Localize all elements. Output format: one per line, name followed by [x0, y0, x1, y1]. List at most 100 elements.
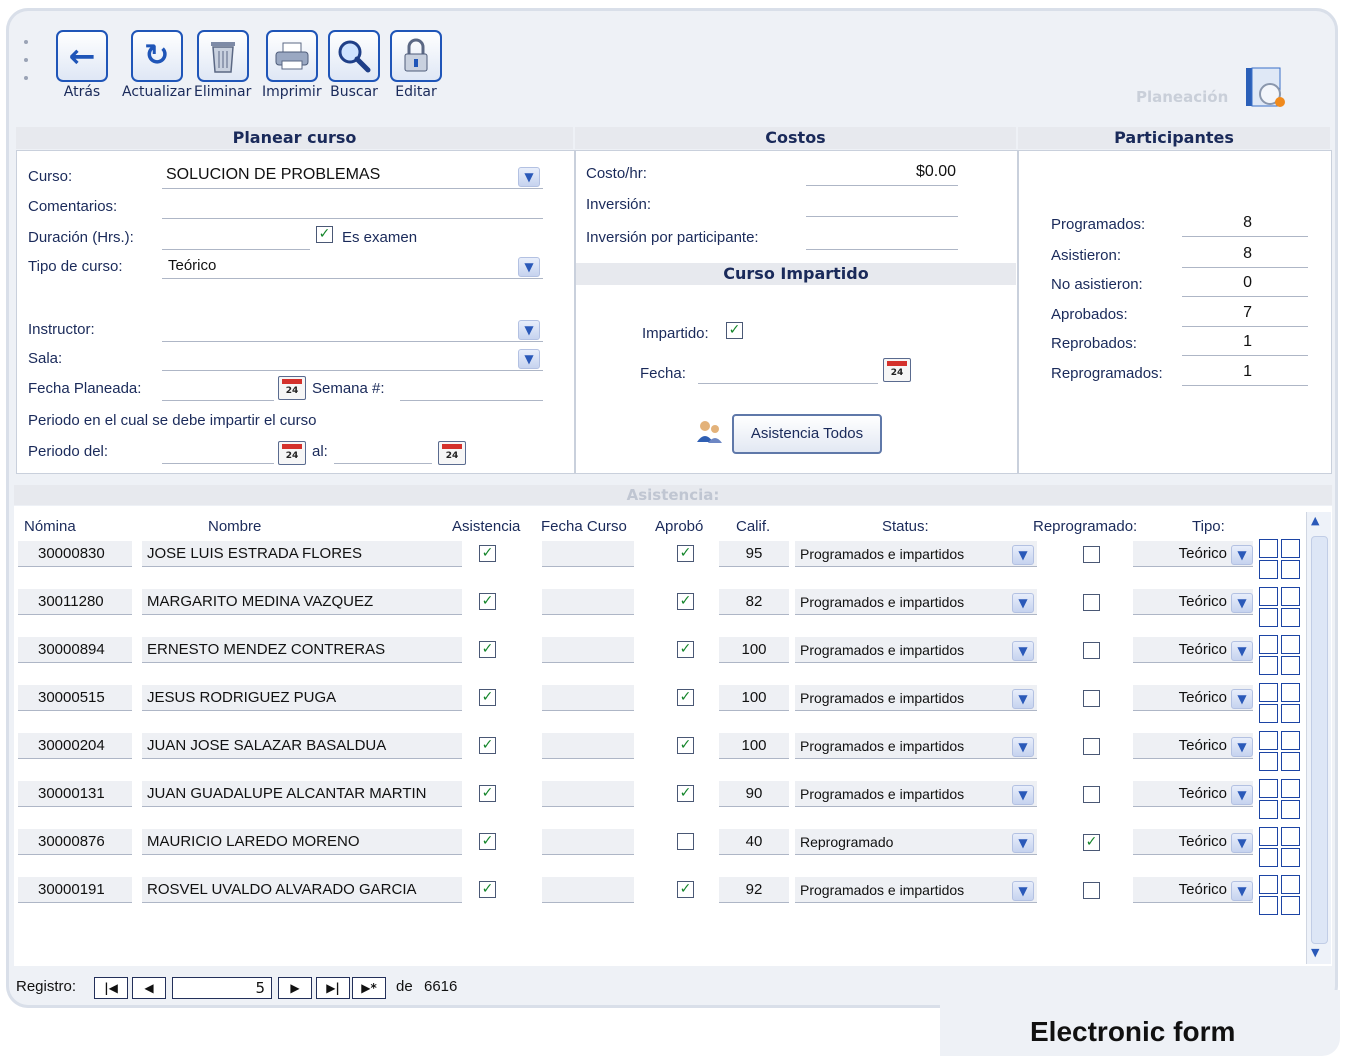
inversion-field[interactable] — [806, 216, 958, 217]
cell-nombre[interactable]: JESUS RODRIGUEZ PUGA — [142, 685, 462, 711]
row-action-box[interactable] — [1281, 539, 1300, 558]
cell-nomina[interactable]: 30000191 — [18, 877, 132, 903]
row-action-box[interactable] — [1281, 896, 1300, 915]
aprobo-checkbox[interactable]: ✓ — [677, 737, 694, 754]
cell-nomina[interactable]: 30011280 — [18, 589, 132, 615]
print-button[interactable]: Imprimir — [262, 30, 322, 100]
asistencia-checkbox[interactable]: ✓ — [479, 737, 496, 754]
cell-fecha-curso[interactable] — [542, 685, 634, 711]
tipo-dropdown-icon[interactable]: ▼ — [1231, 737, 1253, 757]
reprogramado-checkbox[interactable] — [1083, 786, 1100, 803]
sala-dropdown-icon[interactable]: ▼ — [518, 349, 540, 369]
cell-status[interactable]: Programados e impartidos — [795, 781, 1037, 807]
refresh-button[interactable]: ↻ Actualizar — [122, 30, 191, 100]
tipo-dropdown-icon[interactable]: ▼ — [518, 257, 540, 277]
cell-calif[interactable]: 100 — [719, 637, 789, 663]
instructor-dropdown-icon[interactable]: ▼ — [518, 320, 540, 340]
fecha-impartido-field[interactable] — [698, 383, 878, 384]
reprogramado-checkbox[interactable] — [1083, 594, 1100, 611]
cell-status[interactable]: Programados e impartidos — [795, 877, 1037, 903]
tipo-dropdown-icon[interactable]: ▼ — [1231, 545, 1253, 565]
row-action-box[interactable] — [1259, 779, 1278, 798]
row-action-box[interactable] — [1281, 560, 1300, 579]
tipo-dropdown-icon[interactable]: ▼ — [1231, 833, 1253, 853]
row-action-box[interactable] — [1281, 875, 1300, 894]
fecha-planeada-calendar-icon[interactable]: 24 — [278, 376, 306, 400]
tipo-dropdown-icon[interactable]: ▼ — [1231, 689, 1253, 709]
row-action-box[interactable] — [1281, 704, 1300, 723]
reprogramado-checkbox[interactable] — [1083, 642, 1100, 659]
reprogramado-checkbox[interactable] — [1083, 738, 1100, 755]
aprobo-checkbox[interactable]: ✓ — [677, 545, 694, 562]
row-action-box[interactable] — [1281, 587, 1300, 606]
tipo-select[interactable]: Teórico — [168, 257, 216, 274]
cell-calif[interactable]: 90 — [719, 781, 789, 807]
curso-dropdown-icon[interactable]: ▼ — [518, 167, 540, 187]
cell-fecha-curso[interactable] — [542, 781, 634, 807]
asistencia-checkbox[interactable]: ✓ — [479, 881, 496, 898]
cell-fecha-curso[interactable] — [542, 589, 634, 615]
periodo-del-calendar-icon[interactable]: 24 — [278, 441, 306, 465]
periodo-al-calendar-icon[interactable]: 24 — [438, 441, 466, 465]
reprogramado-checkbox[interactable] — [1083, 546, 1100, 563]
new-record-button[interactable]: ▶* — [352, 977, 386, 999]
cell-nomina[interactable]: 30000515 — [18, 685, 132, 711]
row-action-box[interactable] — [1259, 704, 1278, 723]
cell-nomina[interactable]: 30000830 — [18, 541, 132, 567]
first-record-button[interactable]: |◀ — [94, 977, 128, 999]
aprobo-checkbox[interactable]: ✓ — [677, 689, 694, 706]
cell-nombre[interactable]: JUAN GUADALUPE ALCANTAR MARTIN — [142, 781, 462, 807]
periodo-del-field[interactable] — [162, 463, 274, 464]
semana-field[interactable] — [400, 400, 543, 401]
fecha-planeada-field[interactable] — [162, 400, 274, 401]
cell-nombre[interactable]: MARGARITO MEDINA VAZQUEZ — [142, 589, 462, 615]
row-action-box[interactable] — [1281, 779, 1300, 798]
inversion-participante-field[interactable] — [806, 249, 958, 250]
record-number-field[interactable]: 5 — [172, 977, 272, 999]
row-action-box[interactable] — [1281, 656, 1300, 675]
cell-calif[interactable]: 100 — [719, 685, 789, 711]
prev-record-button[interactable]: ◀ — [132, 977, 166, 999]
row-action-box[interactable] — [1259, 875, 1278, 894]
asistencia-checkbox[interactable]: ✓ — [479, 833, 496, 850]
row-action-box[interactable] — [1259, 587, 1278, 606]
aprobo-checkbox[interactable]: ✓ — [677, 881, 694, 898]
status-dropdown-icon[interactable]: ▼ — [1012, 785, 1034, 805]
row-action-box[interactable] — [1281, 848, 1300, 867]
row-action-box[interactable] — [1259, 752, 1278, 771]
asistencia-checkbox[interactable]: ✓ — [479, 545, 496, 562]
cell-status[interactable]: Programados e impartidos — [795, 589, 1037, 615]
row-action-box[interactable] — [1259, 635, 1278, 654]
next-record-button[interactable]: ▶ — [278, 977, 312, 999]
cell-nombre[interactable]: ROSVEL UVALDO ALVARADO GARCIA — [142, 877, 462, 903]
cell-calif[interactable]: 40 — [719, 829, 789, 855]
row-action-box[interactable] — [1281, 731, 1300, 750]
asistencia-todos-button[interactable]: Asistencia Todos — [732, 414, 882, 454]
cell-nombre[interactable]: MAURICIO LAREDO MORENO — [142, 829, 462, 855]
grid-scrollbar[interactable]: ▲ ▼ — [1306, 512, 1331, 964]
tipo-dropdown-icon[interactable]: ▼ — [1231, 785, 1253, 805]
cell-nombre[interactable]: JUAN JOSE SALAZAR BASALDUA — [142, 733, 462, 759]
reprogramado-checkbox[interactable] — [1083, 690, 1100, 707]
costo-hr-field[interactable]: $0.00 — [806, 163, 956, 181]
row-action-box[interactable] — [1259, 827, 1278, 846]
delete-button[interactable]: Eliminar — [194, 30, 251, 100]
status-dropdown-icon[interactable]: ▼ — [1012, 545, 1034, 565]
cell-nomina[interactable]: 30000131 — [18, 781, 132, 807]
tipo-dropdown-icon[interactable]: ▼ — [1231, 881, 1253, 901]
status-dropdown-icon[interactable]: ▼ — [1012, 593, 1034, 613]
row-action-box[interactable] — [1281, 752, 1300, 771]
cell-fecha-curso[interactable] — [542, 733, 634, 759]
status-dropdown-icon[interactable]: ▼ — [1012, 881, 1034, 901]
impartido-checkbox[interactable]: ✓ — [726, 322, 743, 339]
status-dropdown-icon[interactable]: ▼ — [1012, 737, 1034, 757]
row-action-box[interactable] — [1259, 848, 1278, 867]
cell-status[interactable]: Reprogramado — [795, 829, 1037, 855]
row-action-box[interactable] — [1281, 635, 1300, 654]
es-examen-checkbox[interactable]: ✓ — [316, 226, 333, 243]
back-button[interactable]: ← Atrás — [56, 30, 108, 100]
row-action-box[interactable] — [1281, 608, 1300, 627]
cell-fecha-curso[interactable] — [542, 829, 634, 855]
row-action-box[interactable] — [1259, 800, 1278, 819]
cell-status[interactable]: Programados e impartidos — [795, 541, 1037, 567]
